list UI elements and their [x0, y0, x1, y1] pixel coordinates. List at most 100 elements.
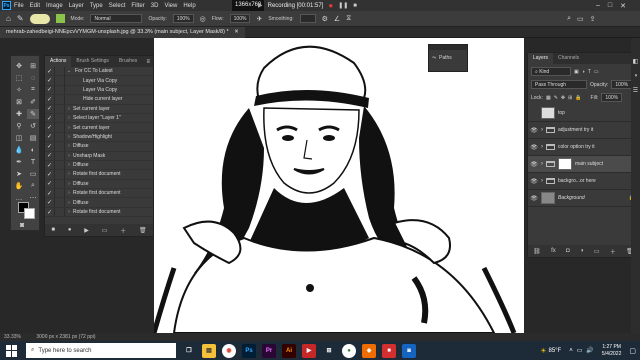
dialog-toggle[interactable]: [55, 170, 65, 179]
windows-start-icon[interactable]: [6, 344, 18, 357]
hand-tool-icon[interactable]: ✋: [13, 181, 25, 191]
document-tab[interactable]: mehrab-zahedbeigi-NNEpcvVYMGM-unsplash.j…: [0, 27, 245, 38]
menu-layer[interactable]: Layer: [69, 3, 84, 9]
close-icon[interactable]: ✕: [620, 2, 626, 10]
dialog-toggle[interactable]: [55, 94, 65, 104]
layer-thumbnail[interactable]: [541, 192, 555, 204]
record-action-icon[interactable]: ●: [68, 227, 72, 233]
app-icon-red[interactable]: ▶: [302, 343, 316, 358]
brush-preset-dropdown[interactable]: [29, 13, 50, 24]
pressure-opacity-icon[interactable]: ◎: [200, 15, 206, 23]
opacity-field[interactable]: 100%: [172, 14, 194, 23]
collapse-chevron-icon[interactable]: ›: [65, 134, 73, 140]
workspace-icon[interactable]: ▭: [577, 15, 584, 23]
type-tool-icon[interactable]: T: [27, 157, 39, 167]
app-icon-grid[interactable]: ⊞: [322, 344, 336, 358]
collapse-chevron-icon[interactable]: ›: [65, 162, 73, 168]
collapse-chevron-icon[interactable]: ›: [65, 190, 73, 196]
network-icon[interactable]: ▭: [577, 347, 583, 354]
action-toggle-checkbox[interactable]: ✓: [45, 113, 55, 123]
group-chevron-icon[interactable]: ›: [541, 144, 543, 150]
action-toggle-checkbox[interactable]: ✓: [45, 207, 55, 217]
action-toggle-checkbox[interactable]: ✓: [45, 170, 55, 179]
action-toggle-checkbox[interactable]: ✓: [45, 123, 55, 133]
play-action-icon[interactable]: ▶: [84, 227, 89, 234]
collapse-chevron-icon[interactable]: ›: [65, 106, 73, 112]
search-icon[interactable]: ⌕: [567, 15, 571, 23]
zoom-tool-icon[interactable]: ⌕: [27, 181, 39, 191]
expand-chevron-icon[interactable]: ⌄: [65, 68, 73, 74]
menu-help[interactable]: Help: [183, 3, 195, 9]
eraser-tool-icon[interactable]: ◫: [13, 133, 25, 143]
dialog-toggle[interactable]: [55, 123, 65, 133]
angle-icon[interactable]: ∠: [334, 15, 340, 23]
action-row[interactable]: ✓ › Diffuse: [45, 198, 153, 208]
menu-image[interactable]: Image: [46, 3, 63, 9]
layer-row[interactable]: top: [528, 105, 639, 122]
chrome-icon[interactable]: ◉: [222, 343, 236, 358]
action-row[interactable]: ✓ ⌄ For CC To Latest: [45, 66, 153, 77]
maximize-icon[interactable]: □: [608, 2, 612, 9]
layer-row[interactable]: 👁 › color option try it: [528, 139, 639, 156]
action-row[interactable]: ✓ › Unsharp Mask: [45, 151, 153, 161]
action-toggle-checkbox[interactable]: ✓: [45, 188, 55, 198]
crop-tool-icon[interactable]: ⌗: [27, 85, 39, 95]
illustrator-icon[interactable]: Ai: [282, 343, 296, 358]
layer-row[interactable]: 👁Background🔒: [528, 190, 639, 207]
app-icon-circle[interactable]: ●: [342, 343, 356, 358]
dodge-tool-icon[interactable]: ◐: [27, 145, 39, 155]
clock[interactable]: 1:27 PM 5/4/2022: [602, 344, 621, 358]
adjustment-layer-icon[interactable]: ◑: [580, 248, 584, 254]
action-row[interactable]: ✓ Layer Via Copy: [45, 85, 153, 96]
lock-pixels-icon[interactable]: ▦: [546, 95, 551, 101]
dialog-toggle[interactable]: [55, 188, 65, 198]
lock-position-icon[interactable]: ✥: [561, 95, 565, 101]
lasso-tool-icon[interactable]: ◌: [27, 73, 39, 83]
action-toggle-checkbox[interactable]: ✓: [45, 94, 55, 104]
symmetry-icon[interactable]: ⧖: [346, 15, 351, 23]
properties-strip-icon[interactable]: ☰: [631, 87, 640, 94]
add-mask-icon[interactable]: ◘: [566, 248, 570, 254]
filter-adjustment-icon[interactable]: ◑: [582, 69, 585, 75]
mode-select[interactable]: Normal: [90, 14, 143, 23]
layers-strip-icon[interactable]: ◧: [631, 58, 640, 65]
play-icon[interactable]: ▶: [258, 2, 263, 9]
collapse-chevron-icon[interactable]: ›: [65, 153, 73, 159]
collapse-chevron-icon[interactable]: ›: [65, 143, 73, 149]
brush-panel-icon[interactable]: [55, 14, 65, 23]
weather-icon[interactable]: ☀: [540, 347, 546, 355]
action-toggle-checkbox[interactable]: ✓: [45, 198, 55, 208]
artwork-canvas[interactable]: [151, 38, 524, 334]
menu-type[interactable]: Type: [90, 3, 103, 9]
action-toggle-checkbox[interactable]: ✓: [45, 179, 55, 189]
action-row[interactable]: ✓ › Set current layer: [45, 123, 153, 133]
shape-tool-icon[interactable]: ▭: [27, 169, 39, 179]
dialog-toggle[interactable]: [55, 179, 65, 189]
visibility-eye-icon[interactable]: 👁: [530, 195, 538, 202]
healing-brush-icon[interactable]: ✚: [13, 109, 25, 119]
tab-brushes[interactable]: Brushes: [114, 56, 142, 67]
menu-filter[interactable]: Filter: [131, 3, 144, 9]
pause-icon[interactable]: ❚❚: [338, 2, 348, 9]
action-row[interactable]: ✓ › Rotate first document: [45, 170, 153, 180]
quick-select-tool-icon[interactable]: ✧: [13, 85, 25, 95]
action-toggle-checkbox[interactable]: ✓: [45, 151, 55, 161]
action-row[interactable]: ✓ › Set current layer: [45, 104, 153, 114]
dialog-toggle[interactable]: [55, 141, 65, 151]
menu-select[interactable]: Select: [109, 3, 126, 9]
action-toggle-checkbox[interactable]: ✓: [45, 160, 55, 170]
filter-pixel-icon[interactable]: ▣: [574, 69, 579, 75]
action-row[interactable]: ✓ › Diffuse: [45, 141, 153, 152]
link-layers-icon[interactable]: ⛓: [533, 248, 541, 255]
taskbar-search-box[interactable]: ⌕ Type here to search: [26, 343, 176, 358]
action-row[interactable]: ✓ › Diffuse: [45, 179, 153, 190]
layer-row[interactable]: 👁 › adjustment try it: [528, 122, 639, 139]
lock-paint-icon[interactable]: ✎: [554, 95, 558, 101]
document-info[interactable]: 3000 px x 2381 px (72 ppi): [36, 334, 95, 340]
gradient-tool-icon[interactable]: ▤: [27, 133, 39, 143]
layer-row[interactable]: 👁 › backgro...or here: [528, 173, 639, 190]
frame-tool-icon[interactable]: ⊠: [13, 97, 25, 107]
action-row[interactable]: ✓ › Rotate first document: [45, 188, 153, 199]
share-icon[interactable]: ⇪: [590, 15, 596, 23]
artboard-tool-icon[interactable]: ⊞: [27, 61, 39, 71]
